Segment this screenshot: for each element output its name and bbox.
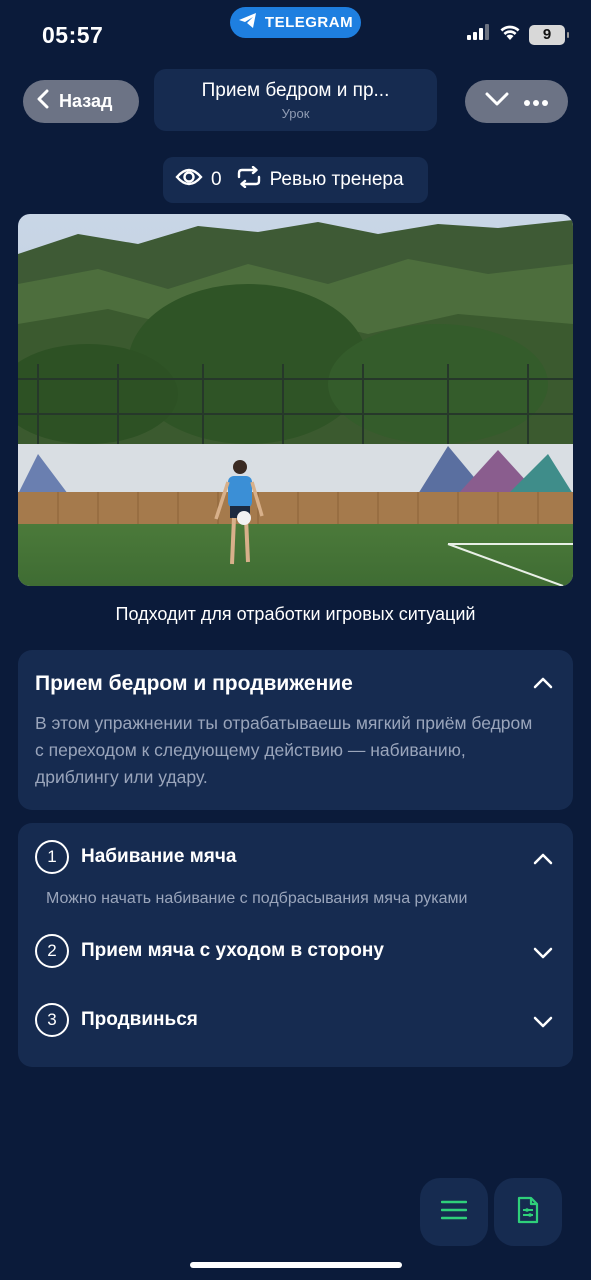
chevron-down-icon[interactable] <box>485 92 509 111</box>
chevron-up-icon[interactable] <box>533 852 553 870</box>
step-number: 1 <box>35 840 69 874</box>
back-button[interactable]: Назад <box>23 80 139 123</box>
chevron-down-icon[interactable] <box>533 946 553 964</box>
eye-icon <box>175 167 203 193</box>
step-label: Прием мяча с уходом в сторону <box>81 940 384 961</box>
photo-caption: Подходит для отработки игровых ситуаций <box>115 604 476 624</box>
wifi-icon <box>499 24 521 45</box>
repeat-icon <box>236 165 262 194</box>
description-title: Прием бедром и продвижение <box>35 672 353 695</box>
lesson-photo[interactable] <box>18 214 573 586</box>
views-count: 0 <box>211 169 222 190</box>
chevron-down-icon[interactable] <box>533 1015 553 1033</box>
status-indicators: 9 <box>467 24 569 45</box>
step-number: 2 <box>35 934 69 968</box>
step-item-3[interactable]: 3 Продвинься <box>35 1003 198 1037</box>
telegram-label: TELEGRAM <box>264 14 354 31</box>
document-icon <box>516 1196 540 1229</box>
description-text: В этом упражнении ты отрабатываешь мягки… <box>35 713 533 787</box>
list-icon <box>440 1200 468 1225</box>
lesson-notes-button[interactable] <box>494 1178 562 1246</box>
review-label: Ревью тренера <box>269 169 404 190</box>
signal-icon <box>467 24 491 45</box>
telegram-pill[interactable]: TELEGRAM <box>230 7 361 38</box>
more-icon[interactable] <box>524 93 549 111</box>
description-card: Прием бедром и продвижение В этом упражн… <box>18 650 573 810</box>
chevron-left-icon <box>37 89 49 114</box>
step-label: Набивание мяча <box>81 846 237 867</box>
back-label: Назад <box>59 91 113 111</box>
header-title-box: Прием бедром и пр... Урок <box>154 69 437 131</box>
lesson-stats[interactable]: 0 Ревью тренера <box>163 157 428 203</box>
chevron-up-icon[interactable] <box>533 676 553 694</box>
battery-indicator: 9 <box>529 24 569 45</box>
header-menu-group <box>465 80 568 123</box>
lesson-screen: 05:57 TELEGRAM 9 Назад Прием бедром и пр… <box>0 0 591 1280</box>
home-indicator <box>190 1262 402 1268</box>
page-title: Прием бедром и пр... <box>201 79 390 101</box>
step-note: Можно начать набивание с подбрасывания м… <box>46 890 468 907</box>
step-item-2[interactable]: 2 Прием мяча с уходом в сторону <box>35 934 384 968</box>
step-item-1[interactable]: 1 Набивание мяча <box>35 840 236 874</box>
telegram-icon <box>238 12 258 33</box>
step-label: Продвинься <box>81 1009 198 1030</box>
step-number: 3 <box>35 1003 69 1037</box>
status-time: 05:57 <box>42 22 104 48</box>
page-subtitle: Урок <box>281 105 310 121</box>
lesson-list-button[interactable] <box>420 1178 488 1246</box>
steps-card: 1 Набивание мяча Можно начать набивание … <box>18 823 573 1067</box>
